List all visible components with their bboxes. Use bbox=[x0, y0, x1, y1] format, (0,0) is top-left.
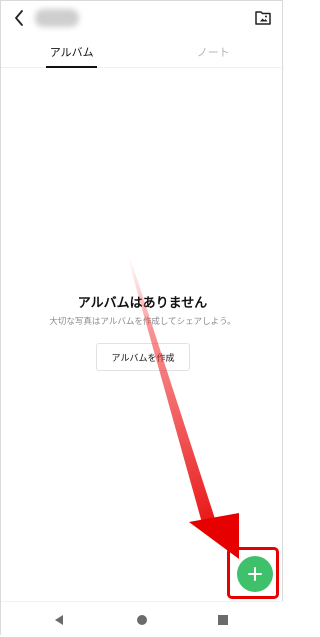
square-recent-icon bbox=[218, 615, 228, 625]
chevron-left-icon bbox=[15, 10, 23, 26]
system-home-button[interactable] bbox=[135, 612, 149, 626]
header bbox=[1, 1, 284, 37]
empty-subtitle: 大切な写真はアルバムを作成してシェアしよう。 bbox=[49, 317, 236, 327]
tab-note[interactable]: ノート bbox=[143, 37, 285, 67]
app-screen: アルバム ノート アルバムはありません 大切な写真はアルバムを作成してシェアしよ… bbox=[0, 0, 284, 637]
system-navigation-bar bbox=[1, 601, 284, 637]
plus-icon bbox=[248, 567, 262, 581]
add-album-fab[interactable] bbox=[237, 556, 273, 592]
active-tab-indicator bbox=[46, 66, 98, 68]
triangle-back-icon bbox=[55, 615, 63, 625]
tab-note-label: ノート bbox=[196, 46, 230, 59]
tab-album[interactable]: アルバム bbox=[1, 37, 143, 68]
photo-album-button[interactable] bbox=[252, 7, 274, 29]
photo-album-icon bbox=[255, 11, 271, 25]
system-recent-button[interactable] bbox=[216, 612, 230, 626]
create-album-button[interactable]: アルバムを作成 bbox=[96, 343, 190, 371]
tab-bar: アルバム ノート bbox=[1, 37, 284, 68]
circle-home-icon bbox=[137, 615, 147, 625]
system-back-button[interactable] bbox=[53, 612, 67, 626]
empty-title: アルバムはありません bbox=[77, 296, 208, 311]
create-album-label: アルバムを作成 bbox=[111, 353, 175, 364]
tab-album-label: アルバム bbox=[49, 46, 94, 59]
empty-state: アルバムはありません 大切な写真はアルバムを作成してシェアしよう。 bbox=[1, 295, 284, 328]
back-button[interactable] bbox=[9, 7, 31, 29]
blurred-title bbox=[35, 9, 79, 27]
